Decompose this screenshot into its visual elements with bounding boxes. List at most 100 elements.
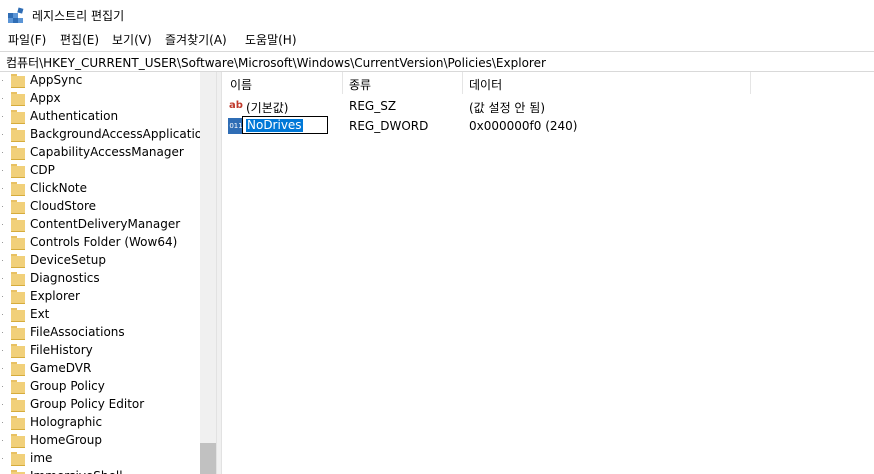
tree-connector — [2, 332, 3, 333]
value-type: REG_DWORD — [349, 119, 429, 133]
tree-item[interactable]: ContentDeliveryManager — [0, 216, 200, 234]
tree-item[interactable]: ClickNote — [0, 180, 200, 198]
menu-favorites[interactable]: 즐겨찾기(A) — [165, 31, 227, 48]
tree-item-label: CapabilityAccessManager — [30, 145, 184, 159]
tree-item-label: AppSync — [30, 73, 83, 87]
folder-icon — [11, 74, 25, 88]
tree-item[interactable]: AppSync — [0, 72, 200, 90]
tree-connector — [2, 224, 3, 225]
tree-item-label: Controls Folder (Wow64) — [30, 235, 178, 249]
address-bar[interactable]: 컴퓨터\HKEY_CURRENT_USER\Software\Microsoft… — [0, 51, 874, 72]
title-bar: 레지스트리 편집기 — [0, 0, 874, 29]
tree-item[interactable]: Explorer — [0, 288, 200, 306]
menu-help[interactable]: 도움말(H) — [245, 31, 297, 48]
folder-icon — [11, 452, 25, 466]
folder-icon — [11, 290, 25, 304]
tree-item-label: ImmersiveShell — [30, 469, 123, 474]
tree-item-label: FileAssociations — [30, 325, 125, 339]
tree-connector — [2, 368, 3, 369]
tree-item[interactable]: Group Policy Editor — [0, 396, 200, 414]
tree-item[interactable]: Group Policy — [0, 378, 200, 396]
tree-connector — [2, 134, 3, 135]
tree-item[interactable]: Diagnostics — [0, 270, 200, 288]
tree-item[interactable]: FileHistory — [0, 342, 200, 360]
tree-item[interactable]: Authentication — [0, 108, 200, 126]
tree-connector — [2, 314, 3, 315]
folder-icon — [11, 236, 25, 250]
folder-icon — [11, 92, 25, 106]
folder-icon — [11, 380, 25, 394]
tree-item-label: BackgroundAccessApplications — [30, 127, 216, 141]
tree-connector — [2, 404, 3, 405]
tree-item-label: Group Policy Editor — [30, 397, 145, 411]
tree-item-label: Explorer — [30, 289, 80, 303]
tree-item[interactable]: Ext — [0, 306, 200, 324]
menu-bar: 파일(F) 편집(E) 보기(V) 즐겨찾기(A) 도움말(H) — [0, 29, 874, 50]
tree-connector — [2, 386, 3, 387]
tree-connector — [2, 458, 3, 459]
folder-icon — [11, 146, 25, 160]
value-type: REG_SZ — [349, 99, 397, 113]
value-row-nodrives[interactable]: 011 NoDrives REG_DWORD 0x000000f0 (240) — [222, 116, 874, 136]
folder-icon — [11, 272, 25, 286]
window-title: 레지스트리 편집기 — [32, 9, 125, 23]
tree-item[interactable]: Controls Folder (Wow64) — [0, 234, 200, 252]
folder-icon — [11, 308, 25, 322]
column-type-label: 종류 — [349, 78, 372, 92]
tree-item-label: Appx — [30, 91, 61, 105]
column-divider[interactable] — [750, 72, 751, 94]
tree-item-label: ClickNote — [30, 181, 87, 195]
folder-icon — [11, 110, 25, 124]
registry-editor-icon — [8, 7, 24, 23]
tree-item[interactable]: GameDVR — [0, 360, 200, 378]
tree-scrollbar[interactable] — [200, 72, 216, 474]
value-name: (기본값) — [246, 101, 289, 115]
tree-item[interactable]: DeviceSetup — [0, 252, 200, 270]
tree-item[interactable]: BackgroundAccessApplications — [0, 126, 216, 144]
tree-item[interactable]: FileAssociations — [0, 324, 200, 342]
tree-item[interactable]: Holographic — [0, 414, 200, 432]
tree-item[interactable]: ImmersiveShell — [0, 468, 200, 474]
menu-view[interactable]: 보기(V) — [112, 31, 152, 48]
tree-item[interactable]: HomeGroup — [0, 432, 200, 450]
tree-item[interactable]: ime — [0, 450, 200, 468]
column-name-label: 이름 — [230, 78, 253, 92]
folder-icon — [11, 326, 25, 340]
tree-item-label: FileHistory — [30, 343, 93, 357]
folder-icon — [11, 164, 25, 178]
column-data-label: 데이터 — [469, 78, 503, 92]
tree-item-label: CDP — [30, 163, 55, 177]
tree-item[interactable]: CapabilityAccessManager — [0, 144, 200, 162]
value-data: 0x000000f0 (240) — [469, 119, 578, 133]
tree-connector — [2, 170, 3, 171]
key-tree[interactable]: AppSync Appx Authentication BackgroundAcces… — [0, 72, 216, 474]
tree-connector — [2, 350, 3, 351]
address-path[interactable]: 컴퓨터\HKEY_CURRENT_USER\Software\Microsoft… — [6, 54, 546, 71]
column-header-name[interactable]: 이름 — [222, 72, 342, 94]
tree-item[interactable]: Appx — [0, 90, 200, 108]
tree-item-label: ContentDeliveryManager — [30, 217, 181, 231]
tree-connector — [2, 116, 3, 117]
tree-connector — [2, 422, 3, 423]
folder-icon — [11, 362, 25, 376]
tree-connector — [2, 260, 3, 261]
column-header-type[interactable]: 종류 — [343, 72, 463, 94]
values-list[interactable]: 이름 종류 데이터 ab (기본값) REG_SZ (값 설정 안 됨) 011… — [222, 72, 874, 474]
menu-edit[interactable]: 편집(E) — [60, 31, 99, 48]
column-header-data[interactable]: 데이터 — [463, 72, 750, 94]
menu-file[interactable]: 파일(F) — [8, 31, 46, 48]
tree-item[interactable]: CDP — [0, 162, 200, 180]
rename-selected-text[interactable]: NoDrives — [246, 119, 303, 132]
tree-item[interactable]: CloudStore — [0, 198, 200, 216]
folder-icon — [11, 128, 25, 142]
tree-connector — [2, 152, 3, 153]
folder-icon — [11, 254, 25, 268]
value-row-default[interactable]: ab (기본값) REG_SZ (값 설정 안 됨) — [222, 96, 874, 116]
folder-icon — [11, 200, 25, 214]
rename-input[interactable]: NoDrives — [242, 116, 328, 134]
folder-icon — [11, 182, 25, 196]
tree-connector — [2, 80, 3, 81]
tree-connector — [2, 440, 3, 441]
tree-scrollbar-thumb[interactable] — [200, 443, 216, 474]
folder-icon — [11, 416, 25, 430]
